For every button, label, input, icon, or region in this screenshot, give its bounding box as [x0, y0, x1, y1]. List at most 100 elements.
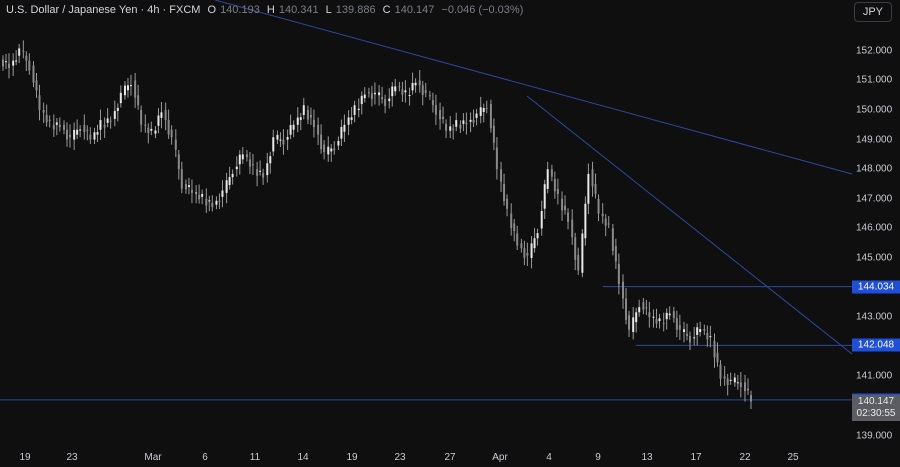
- candle-body: [116, 107, 119, 111]
- open-label: O: [207, 4, 217, 16]
- candle-body: [665, 312, 668, 320]
- close-label: C: [382, 4, 391, 16]
- candle-body: [228, 177, 231, 185]
- low-value: 139.886: [335, 4, 376, 16]
- candle-body: [15, 60, 18, 62]
- last-price-tag: 140.147 02:30:55: [852, 395, 900, 421]
- candle-body: [658, 318, 661, 322]
- time-tick: Apr: [492, 452, 508, 463]
- candle-body: [225, 180, 228, 193]
- candle-body: [73, 129, 76, 140]
- candle-body: [462, 120, 465, 124]
- candle-body: [536, 233, 539, 239]
- candle-body: [195, 192, 198, 194]
- candle-body: [510, 213, 513, 229]
- candle-body: [312, 119, 315, 128]
- candle-body: [622, 281, 625, 299]
- candle-body: [571, 219, 574, 238]
- candle-body: [340, 126, 343, 139]
- candle-body: [648, 312, 651, 318]
- candle-body: [279, 139, 282, 141]
- candle-body: [683, 329, 686, 332]
- time-tick: 19: [346, 452, 358, 463]
- candle-body: [489, 104, 492, 129]
- candle-body: [276, 134, 279, 140]
- candle-body: [625, 298, 628, 320]
- candle-body: [45, 114, 48, 123]
- candle-body: [459, 124, 462, 129]
- candle-body: [269, 156, 272, 164]
- candle-body: [652, 316, 655, 318]
- candle-body: [520, 243, 523, 249]
- candle-body: [594, 184, 597, 195]
- symbol-title: U.S. Dollar / Japanese Yen · 4h · FXCM: [6, 4, 201, 16]
- candle-body: [350, 117, 353, 120]
- high-label: H: [266, 4, 275, 16]
- candle-body: [408, 95, 411, 97]
- price-tick: 147.000: [856, 193, 893, 205]
- candle-body: [86, 129, 89, 131]
- candle-body: [154, 130, 157, 134]
- candle-body: [327, 146, 330, 155]
- candle-body: [360, 95, 363, 105]
- candle-body: [167, 119, 170, 135]
- bar-countdown: 02:30:55: [856, 408, 896, 419]
- candle-body: [134, 80, 137, 98]
- last-price: 140.147: [857, 396, 895, 407]
- candle-body: [266, 163, 269, 176]
- price-chart[interactable]: [0, 0, 900, 467]
- candle-body: [306, 110, 309, 120]
- price-tick: 143.000: [856, 311, 893, 323]
- candle-body: [262, 173, 265, 178]
- candle-body: [187, 185, 190, 187]
- candle-body: [286, 137, 289, 140]
- price-tick: 145.000: [856, 252, 893, 264]
- candle-body: [150, 128, 153, 131]
- candle-body: [12, 60, 15, 66]
- candles: [2, 40, 752, 409]
- candle-body: [137, 95, 140, 106]
- candle-body: [144, 124, 147, 126]
- candle-body: [485, 108, 488, 110]
- candle-body: [378, 92, 381, 96]
- candle-body: [357, 108, 360, 110]
- candle-body: [343, 124, 346, 132]
- candle-body: [482, 108, 485, 112]
- candle-body: [662, 323, 665, 325]
- symbol-legend: U.S. Dollar / Japanese Yen · 4h · FXCM O…: [6, 4, 527, 16]
- candle-body: [645, 307, 648, 309]
- candle-body: [716, 352, 719, 363]
- candle-body: [394, 86, 397, 92]
- candle-body: [296, 117, 299, 125]
- candle-body: [28, 60, 31, 71]
- candle-body: [113, 110, 116, 119]
- candle-body: [245, 154, 248, 157]
- candle-body: [597, 198, 600, 214]
- candle-body: [180, 169, 183, 189]
- close-value: 140.147: [394, 4, 435, 16]
- candle-body: [696, 327, 699, 335]
- candle-body: [428, 95, 431, 97]
- candle-body: [414, 82, 417, 86]
- candle-body: [320, 134, 323, 150]
- time-tick: 6: [202, 452, 208, 463]
- candle-body: [347, 117, 350, 125]
- candle-body: [689, 335, 692, 343]
- candle-body: [18, 48, 21, 56]
- candle-body: [550, 169, 553, 177]
- candle-body: [601, 213, 604, 217]
- candle-body: [635, 312, 638, 323]
- candle-body: [198, 194, 201, 200]
- candle-body: [231, 173, 234, 178]
- candle-body: [83, 124, 86, 133]
- candle-body: [238, 154, 241, 165]
- candle-body: [106, 118, 109, 123]
- candle-body: [693, 337, 696, 339]
- candle-body: [513, 223, 516, 231]
- candle-body: [373, 92, 376, 95]
- candle-body: [736, 382, 739, 384]
- candle-body: [750, 395, 752, 402]
- candle-body: [506, 198, 509, 209]
- candle-body: [455, 120, 458, 127]
- candle-body: [655, 319, 658, 324]
